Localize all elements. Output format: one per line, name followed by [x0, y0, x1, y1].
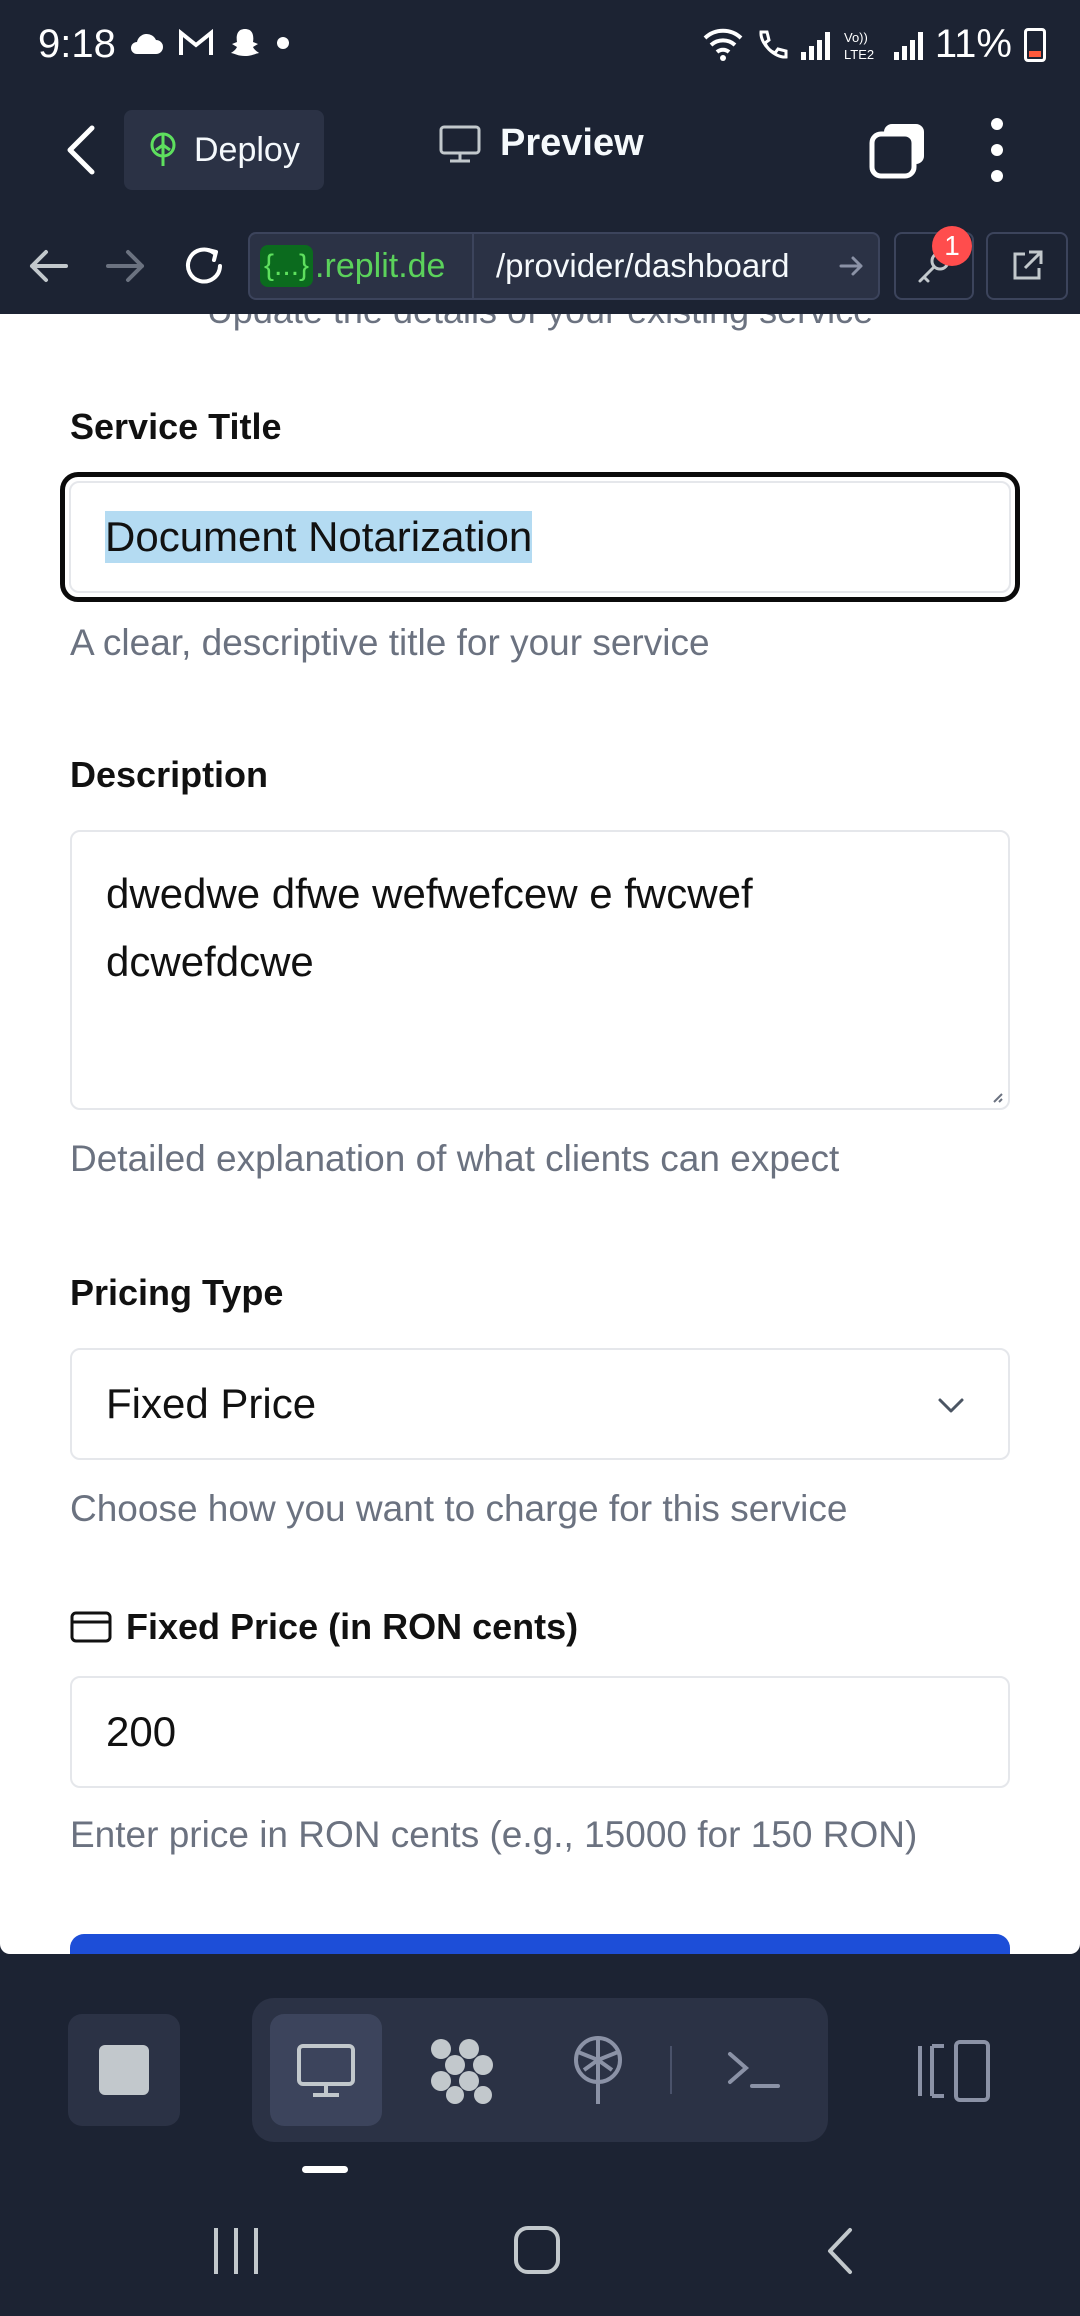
credit-card-icon [70, 1611, 112, 1643]
deploy-button[interactable]: Deploy [124, 110, 324, 190]
pricing-type-select[interactable]: Fixed Price [70, 1348, 1010, 1460]
description-label: Description [70, 754, 269, 795]
system-back-button[interactable] [820, 2226, 860, 2276]
snapchat-icon [231, 29, 259, 56]
service-title-label: Service Title [70, 406, 282, 447]
dock-preview-button[interactable] [270, 2014, 382, 2126]
fixed-price-input[interactable]: 200 [70, 1676, 1010, 1788]
signal-icon-1 [800, 30, 830, 60]
terminal-icon [728, 2052, 780, 2088]
cloud-icon [131, 33, 163, 54]
dock-agent-button[interactable] [406, 2014, 518, 2126]
url-path-text: /provider/dashboard [496, 247, 790, 284]
description-textarea[interactable]: dwedwe dfwe wefwefcew e fwcwef dcwefdcwe [70, 830, 1010, 1110]
pricing-type-label: Pricing Type [70, 1272, 284, 1313]
volte-icon: Vo)) LTE2 [844, 30, 874, 62]
notification-badge: 1 [932, 226, 972, 266]
url-bar: {...} .replit.de /provider/dashboard 1 [0, 218, 1080, 314]
service-title-hint: A clear, descriptive title for your serv… [70, 622, 710, 663]
resize-handle-icon[interactable] [990, 1090, 1004, 1104]
agent-icon [431, 2039, 493, 2104]
edit-service-form: Update the details of your existing serv… [0, 314, 1080, 1954]
url-host-bracket: {...} [260, 245, 314, 287]
tabs-button[interactable] [868, 120, 928, 180]
browser-back-icon[interactable] [22, 240, 74, 292]
wifi-calling-icon [759, 30, 788, 58]
gmail-icon [179, 29, 213, 55]
reload-icon[interactable] [178, 240, 230, 292]
monitor-icon [439, 125, 481, 162]
description-hint: Detailed explanation of what clients can… [70, 1138, 840, 1179]
browser-forward-icon[interactable] [100, 240, 152, 292]
dock-separator [670, 2046, 672, 2094]
top-toolbar: Deploy Preview [0, 96, 1080, 218]
submit-button[interactable] [70, 1934, 1010, 1954]
pricing-type-hint: Choose how you want to charge for this s… [70, 1488, 848, 1529]
chevron-down-icon [938, 1398, 964, 1413]
status-bar: 9:18 Vo)) LTE2 11% [0, 0, 1080, 96]
back-button[interactable] [56, 122, 106, 178]
url-go-button[interactable] [824, 252, 878, 280]
deploy-label: Deploy [194, 130, 300, 169]
fixed-price-label-text: Fixed Price (in RON cents) [126, 1606, 579, 1647]
wifi-icon [703, 28, 743, 61]
stop-icon [99, 2045, 149, 2095]
open-external-button[interactable] [986, 232, 1068, 300]
url-path[interactable]: /provider/dashboard [472, 234, 824, 298]
fixed-price-value: 200 [106, 1708, 177, 1755]
preview-label: Preview [500, 122, 644, 164]
stop-button[interactable] [68, 2014, 180, 2126]
panels-toggle-icon[interactable] [912, 2036, 1002, 2106]
active-indicator [302, 2166, 348, 2173]
url-field[interactable]: {...} .replit.de /provider/dashboard [248, 232, 880, 300]
dock-deploy-button[interactable] [542, 2014, 654, 2126]
description-line-2: dcwefdcwe [106, 938, 314, 985]
deploy-icon [574, 2036, 622, 2104]
url-host: {...} .replit.de [250, 234, 472, 298]
battery-percent: 11% [934, 22, 1012, 66]
arrow-right-icon [839, 256, 863, 276]
form-subtitle: Update the details of your existing serv… [0, 314, 1080, 332]
notification-icons [128, 26, 290, 60]
workspace-dock [252, 1998, 828, 2142]
home-button[interactable] [514, 2226, 560, 2274]
deploy-icon [150, 132, 176, 166]
dock-shell-button[interactable] [698, 2014, 810, 2126]
android-nav-bar [0, 2200, 1080, 2316]
service-title-value: Document Notarization [105, 511, 533, 563]
preview-title: Preview [438, 122, 644, 165]
monitor-icon [297, 2044, 355, 2097]
status-time: 9:18 [38, 22, 116, 66]
recent-apps-button[interactable] [214, 2228, 258, 2274]
more-menu-button[interactable] [982, 118, 1012, 182]
system-status: Vo)) LTE2 11% [703, 22, 1046, 67]
svg-text:Vo)): Vo)) [844, 30, 868, 45]
dot-icon [277, 37, 289, 49]
svg-text:LTE2: LTE2 [844, 47, 874, 62]
fixed-price-hint: Enter price in RON cents (e.g., 15000 fo… [70, 1814, 918, 1855]
pricing-type-value: Fixed Price [106, 1380, 317, 1427]
battery-icon [1024, 27, 1046, 62]
description-line-1: dwedwe dfwe wefwefcew e fwcwef [106, 870, 753, 917]
external-link-icon [1013, 250, 1043, 280]
service-title-input[interactable]: Document Notarization [60, 472, 1020, 602]
fixed-price-label: Fixed Price (in RON cents) [70, 1606, 578, 1648]
signal-icon-2 [893, 30, 923, 60]
url-host-text: .replit.de [315, 246, 446, 285]
